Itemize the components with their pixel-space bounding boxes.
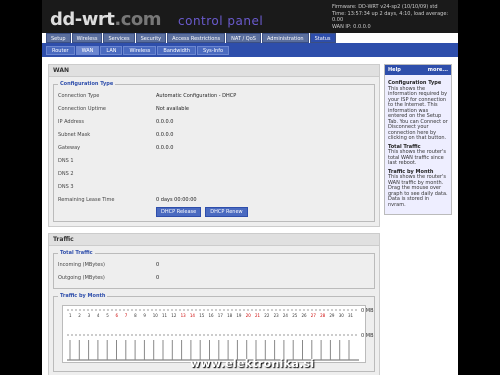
- control-panel-title: control panel: [178, 14, 264, 28]
- subtab-lan[interactable]: LAN: [100, 46, 123, 55]
- total-traffic-legend: Total Traffic: [60, 250, 93, 256]
- graph-day-label: 25: [292, 313, 298, 318]
- traffic-section-title: Traffic: [49, 234, 379, 246]
- tab-wireless[interactable]: Wireless: [71, 33, 103, 43]
- graph-day-label: 9: [143, 313, 146, 318]
- graph-day-label: 15: [199, 313, 205, 318]
- graph-day-label: 7: [125, 313, 128, 318]
- graph-day-label: 16: [209, 313, 215, 318]
- graph-day-label: 17: [218, 313, 224, 318]
- tab-access-restrictions[interactable]: Access Restrictions: [167, 33, 226, 43]
- graph-day-label: 5: [106, 313, 109, 318]
- total-traffic-fieldset: Total Traffic Incoming (MBytes) 0 Outgoin…: [53, 250, 375, 289]
- wan-section: WAN Configuration Type Connection Type Au…: [48, 64, 380, 227]
- graph-day-label: 14: [190, 313, 196, 318]
- dhcp-renew-button[interactable]: DHCP Renew: [205, 207, 248, 217]
- help-column: Help more... Configuration Type This sho…: [384, 64, 452, 215]
- traffic-row: Outgoing (MBytes) 0: [58, 274, 160, 281]
- watermark: www.elektronika.si: [190, 357, 315, 370]
- graph-day-label: 24: [283, 313, 289, 318]
- graph-day-label: 6: [116, 313, 119, 318]
- help-more-link[interactable]: more...: [428, 67, 448, 73]
- wan-row: DNS 2: [58, 170, 74, 177]
- main-column: WAN Configuration Type Connection Type Au…: [48, 64, 380, 375]
- wan-section-title: WAN: [49, 65, 379, 77]
- graph-day-label: 2: [78, 313, 81, 318]
- help-header: Help more...: [385, 65, 451, 75]
- subtab-sys-info[interactable]: Sys-Info: [197, 46, 230, 55]
- wan-row: DNS 1: [58, 157, 74, 164]
- graph-day-label: 22: [264, 313, 270, 318]
- header: dd-wrt.com control panel Firmware: DD-WR…: [42, 0, 458, 33]
- config-legend: Configuration Type: [60, 81, 114, 87]
- graph-day-label: 18: [227, 313, 233, 318]
- dhcp-buttons: DHCP Release DHCP Renew: [156, 207, 370, 217]
- dhcp-release-button[interactable]: DHCP Release: [156, 207, 202, 217]
- subtab-wan[interactable]: WAN: [75, 46, 100, 55]
- graph-day-label: 20: [246, 313, 252, 318]
- wan-row: Subnet Mask 0.0.0.0: [58, 131, 174, 138]
- wan-row: DNS 3: [58, 183, 74, 190]
- subtab-router[interactable]: Router: [46, 46, 75, 55]
- tab-administration[interactable]: Administration: [261, 33, 309, 43]
- info-firmware: Firmware: DD-WRT v24-sp2 (10/10/09) std: [332, 4, 438, 10]
- sub-tabs: Router WAN LAN Wireless Bandwidth Sys-In…: [42, 44, 458, 57]
- graph-day-label: 30: [339, 313, 345, 318]
- browser-frame: dd-wrt.com control panel Firmware: DD-WR…: [42, 0, 458, 375]
- graph-day-label: 11: [162, 313, 168, 318]
- traffic-graph[interactable]: 0 MB 0 MB 1 2 3 4 5 6 7 8 9 10 11 12 13 14 15 16 17 18 19 2…: [62, 305, 374, 363]
- config-fieldset: Configuration Type Connection Type Automa…: [53, 81, 375, 222]
- help-text: This shows the information required by y…: [388, 85, 448, 141]
- graph-day-label: 28: [320, 313, 326, 318]
- graph-day-label: 26: [302, 313, 308, 318]
- info-wan-ip: WAN IP: 0.0.0.0: [332, 23, 371, 30]
- help-panel: Help more... Configuration Type This sho…: [384, 64, 452, 215]
- wan-row: Connection Type Automatic Configuration -…: [58, 92, 237, 99]
- graph-day-label: 10: [153, 313, 159, 318]
- info-time: Time: 13:57:34 up 2 days, 4:10, load ave…: [332, 10, 449, 24]
- traffic-month-legend: Traffic by Month: [60, 293, 106, 299]
- graph-y-label-top: 0 MB: [361, 308, 374, 314]
- traffic-row: Incoming (MBytes) 0: [58, 261, 160, 268]
- subtab-wireless[interactable]: Wireless: [123, 46, 157, 55]
- subtab-bandwidth[interactable]: Bandwidth: [157, 46, 197, 55]
- help-text: This shows the router's total WAN traffi…: [388, 149, 446, 166]
- wan-row: Gateway 0.0.0.0: [58, 144, 174, 151]
- tab-security[interactable]: Security: [135, 33, 167, 43]
- main-tabs: Setup Wireless Services Security Access …: [42, 33, 458, 44]
- help-body: Configuration Type This shows the inform…: [385, 75, 451, 214]
- graph-day-label: 3: [88, 313, 91, 318]
- graph-day-label: 8: [134, 313, 137, 318]
- graph-day-label: 21: [255, 313, 261, 318]
- graph-day-label: 4: [97, 313, 100, 318]
- graph-day-label: 12: [171, 313, 177, 318]
- graph-day-label: 29: [329, 313, 335, 318]
- graph-y-label-mid: 0 MB: [361, 333, 374, 339]
- wan-row: IP Address 0.0.0.0: [58, 118, 174, 125]
- graph-day-label: 19: [236, 313, 242, 318]
- help-title: Help: [388, 67, 401, 73]
- graph-day-label: 31: [348, 313, 354, 318]
- graph-day-label: 27: [311, 313, 317, 318]
- router-info: Firmware: DD-WRT v24-sp2 (10/10/09) std …: [332, 4, 452, 30]
- content: WAN Configuration Type Connection Type Au…: [42, 60, 458, 375]
- traffic-section: Traffic Total Traffic Incoming (MBytes) 0…: [48, 233, 380, 375]
- wan-row: Remaining Lease Time 0 days 00:00:00: [58, 196, 197, 203]
- traffic-graph-svg: 0 MB 0 MB 1 2 3 4 5 6 7 8 9 10 11 12 13 14 15 16 17 18 19 2…: [67, 308, 374, 361]
- tab-setup[interactable]: Setup: [46, 33, 71, 43]
- logo: dd-wrt.com: [50, 9, 161, 30]
- tab-services[interactable]: Services: [103, 33, 135, 43]
- graph-day-label: 23: [274, 313, 280, 318]
- wan-row: Connection Uptime Not available: [58, 105, 189, 112]
- tab-status[interactable]: Status: [309, 33, 336, 43]
- tab-nat-qos[interactable]: NAT / QoS: [226, 33, 261, 43]
- help-text: This shows the router's WAN traffic by m…: [388, 174, 448, 208]
- graph-day-label: 1: [69, 313, 72, 318]
- graph-day-label: 13: [181, 313, 187, 318]
